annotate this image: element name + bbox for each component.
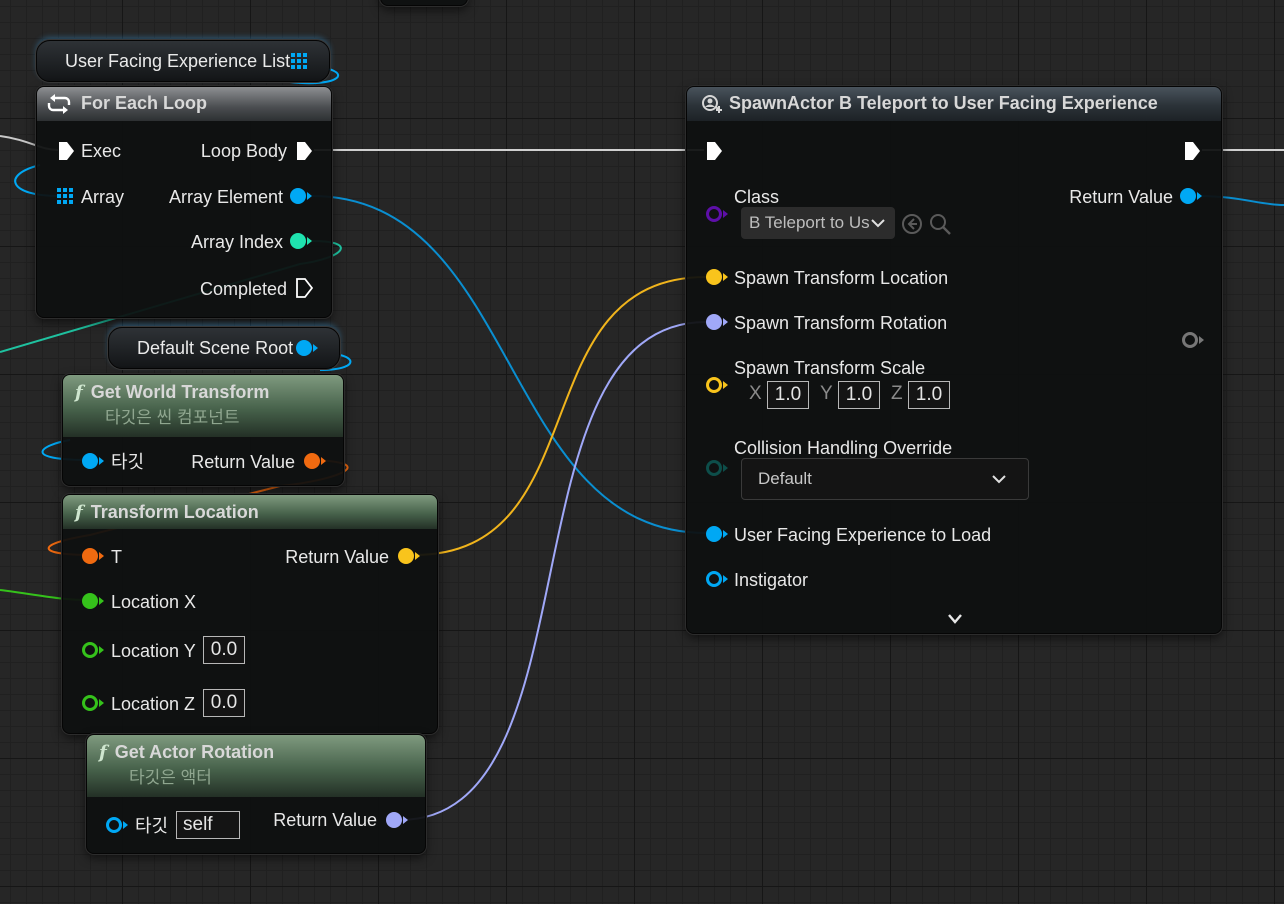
array-pin-icon[interactable] — [57, 188, 73, 204]
return-value-label: Return Value — [273, 810, 377, 830]
location-y-pin[interactable] — [81, 641, 105, 659]
array-element-label: Array Element — [168, 187, 283, 207]
class-pin[interactable] — [705, 205, 729, 223]
spawn-rotation-label: Spawn Transform Rotation — [734, 313, 948, 333]
collision-label: Collision Handling Override — [734, 438, 953, 458]
spawn-scale-pin[interactable] — [705, 376, 729, 394]
location-y-label: Location Y — [111, 641, 196, 661]
variable-label: User Facing Experience List — [65, 51, 291, 71]
function-icon: f — [75, 502, 83, 523]
wire-spawn-rotation — [399, 321, 707, 821]
transform-location-node[interactable]: f Transform Location T Return Value Locat… — [62, 494, 438, 734]
scale-z-label: Z — [891, 383, 903, 404]
node-header[interactable]: f Get Actor Rotation 타깃은 액터 — [87, 735, 425, 797]
location-z-label: Location Z — [111, 694, 196, 714]
loop-icon — [47, 94, 71, 114]
wire-spawn-location — [413, 276, 707, 556]
location-y-input[interactable]: 0.0 — [203, 636, 245, 664]
target-pin[interactable] — [105, 816, 129, 834]
scale-x-label: X — [749, 383, 762, 404]
completed-exec-pin[interactable] — [295, 278, 313, 298]
offscreen-node[interactable] — [380, 0, 468, 6]
rotator-return-pin[interactable] — [385, 811, 409, 829]
target-pin[interactable] — [81, 452, 105, 470]
extra-output-pin[interactable] — [1181, 331, 1205, 349]
completed-label: Completed — [199, 279, 287, 299]
chevron-down-icon — [871, 219, 885, 228]
vector-return-pin[interactable] — [397, 547, 421, 565]
location-z-input[interactable]: 0.0 — [203, 689, 245, 717]
browse-search-icon[interactable] — [929, 213, 951, 235]
expand-chevron-icon[interactable] — [947, 613, 963, 625]
object-pin-icon[interactable] — [295, 339, 319, 357]
spawn-rotation-pin[interactable] — [705, 313, 729, 331]
target-label: 타깃 — [135, 816, 169, 836]
loop-body-label: Loop Body — [200, 141, 287, 161]
function-icon: f — [75, 382, 83, 403]
user-facing-experience-list-variable[interactable]: User Facing Experience List — [36, 40, 330, 82]
array-index-pin[interactable] — [289, 232, 313, 250]
node-title: Get Actor Rotation — [114, 742, 275, 762]
experience-label: User Facing Experience to Load — [734, 525, 992, 545]
target-label: 타깃 — [111, 452, 145, 472]
wire-array-element — [311, 195, 707, 534]
node-header[interactable]: For Each Loop — [37, 87, 331, 121]
exec-out-pin[interactable] — [1183, 141, 1201, 161]
collision-select-value: Default — [758, 469, 812, 488]
collision-handling-select[interactable]: Default — [741, 458, 1029, 500]
exec-label: Exec — [81, 141, 122, 161]
spawn-actor-node[interactable]: SpawnActor B Teleport to User Facing Exp… — [686, 86, 1222, 634]
experience-pin[interactable] — [705, 525, 729, 543]
return-value-label: Return Value — [285, 547, 389, 567]
node-title: SpawnActor B Teleport to User Facing Exp… — [729, 93, 1158, 113]
node-subtitle: 타깃은 액터 — [129, 768, 212, 787]
node-title: Get World Transform — [90, 382, 270, 402]
instigator-label: Instigator — [734, 570, 809, 590]
exec-in-pin[interactable] — [57, 141, 75, 161]
t-label: T — [111, 547, 122, 567]
target-self-input[interactable]: self — [176, 811, 240, 839]
location-x-label: Location X — [111, 592, 197, 612]
transform-return-pin[interactable] — [303, 452, 327, 470]
node-header[interactable]: SpawnActor B Teleport to User Facing Exp… — [687, 87, 1221, 121]
scale-y-input[interactable]: 1.0 — [838, 381, 880, 409]
get-world-transform-node[interactable]: f Get World Transform 타깃은 씬 컴포넌트 타깃 Retur… — [62, 374, 344, 486]
collision-pin[interactable] — [705, 459, 729, 477]
array-grid-icon[interactable] — [291, 53, 308, 70]
spawn-scale-label: Spawn Transform Scale — [734, 358, 926, 378]
variable-label: Default Scene Root — [137, 338, 294, 358]
chevron-down-icon — [992, 475, 1006, 484]
for-each-loop-node[interactable]: For Each Loop Exec Loop Body Array Array… — [36, 86, 332, 318]
exec-in-pin[interactable] — [705, 141, 723, 161]
location-x-pin[interactable] — [81, 592, 105, 610]
array-element-pin[interactable] — [289, 187, 313, 205]
get-actor-rotation-node[interactable]: f Get Actor Rotation 타깃은 액터 타깃 self Retur… — [86, 734, 426, 854]
instigator-pin[interactable] — [705, 570, 729, 588]
node-title: Transform Location — [90, 502, 259, 522]
node-header[interactable]: f Transform Location — [63, 495, 437, 529]
return-value-label: Return Value — [1069, 187, 1173, 207]
node-subtitle: 타깃은 씬 컴포넌트 — [105, 408, 240, 427]
node-title: For Each Loop — [81, 93, 207, 113]
default-scene-root-variable[interactable]: Default Scene Root — [108, 327, 340, 369]
class-dropdown[interactable]: B Teleport to Us — [741, 207, 895, 239]
location-z-pin[interactable] — [81, 694, 105, 712]
actor-return-pin[interactable] — [1179, 187, 1203, 205]
scale-z-input[interactable]: 1.0 — [908, 381, 950, 409]
spawn-location-pin[interactable] — [705, 268, 729, 286]
return-value-label: Return Value — [191, 452, 295, 472]
spawn-actor-icon — [702, 95, 722, 113]
array-index-label: Array Index — [190, 232, 283, 252]
class-label: Class — [734, 187, 780, 207]
use-selected-asset-icon[interactable] — [901, 213, 923, 235]
node-header[interactable]: f Get World Transform 타깃은 씬 컴포넌트 — [63, 375, 343, 437]
class-dropdown-value: B Teleport to Us — [749, 213, 870, 232]
transform-input-pin[interactable] — [81, 547, 105, 565]
loop-body-exec-pin[interactable] — [295, 141, 313, 161]
scale-y-label: Y — [820, 383, 833, 404]
spawn-location-label: Spawn Transform Location — [734, 268, 949, 288]
function-icon: f — [99, 742, 107, 763]
scale-x-input[interactable]: 1.0 — [767, 381, 809, 409]
array-label: Array — [81, 187, 125, 207]
